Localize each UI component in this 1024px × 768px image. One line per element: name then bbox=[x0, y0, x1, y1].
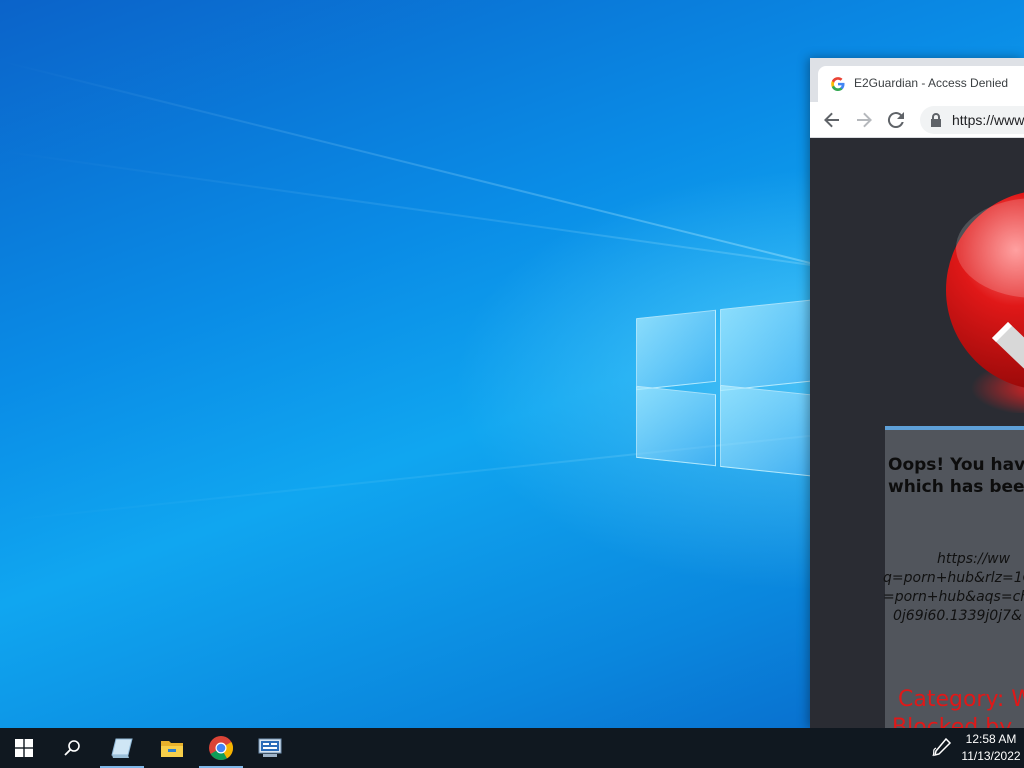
taskbar-file-explorer[interactable] bbox=[148, 728, 196, 768]
chrome-icon bbox=[209, 736, 234, 761]
system-clock[interactable]: 12:58 AM 11/13/2022 bbox=[958, 731, 1024, 765]
reload-icon[interactable] bbox=[884, 108, 908, 132]
taskbar: 12:58 AM 11/13/2022 bbox=[0, 728, 1024, 768]
lock-icon[interactable] bbox=[930, 113, 942, 127]
tab-title: E2Guardian - Access Denied bbox=[854, 76, 1009, 90]
google-icon bbox=[831, 77, 845, 91]
browser-tab[interactable]: E2Guardian - Access Denied bbox=[818, 66, 1024, 102]
tab-strip: E2Guardian - Access Denied bbox=[810, 58, 1024, 102]
blocked-url-line: =porn+hub&aqs=chr bbox=[883, 589, 1024, 605]
category-label: Category: W Blocked by bbox=[892, 686, 1024, 728]
windows-logo bbox=[636, 292, 818, 482]
blocked-x-icon bbox=[946, 192, 1024, 413]
forward-arrow-icon[interactable] bbox=[852, 108, 876, 132]
search-icon bbox=[64, 740, 80, 756]
windows-start-icon bbox=[15, 739, 33, 757]
browser-window[interactable]: E2Guardian - Access Denied https://www O… bbox=[810, 58, 1024, 728]
blocked-page: Oops! You have which has been https://ww… bbox=[810, 138, 1024, 728]
taskbar-network[interactable] bbox=[246, 728, 294, 768]
address-bar[interactable]: https://www bbox=[920, 106, 1024, 134]
clock-time: 12:58 AM bbox=[965, 732, 1017, 746]
browser-toolbar: https://www bbox=[810, 102, 1024, 138]
block-message-line: Oops! You have bbox=[888, 455, 1024, 475]
blocked-url-line: 0j69i60.1339j0j7& bbox=[893, 608, 1022, 624]
taskbar-app[interactable] bbox=[98, 728, 146, 768]
network-icon bbox=[258, 738, 282, 757]
blank-icon bbox=[111, 738, 133, 758]
search-button[interactable] bbox=[48, 728, 96, 768]
blocked-url: https://ww q=porn+hub&rlz=1C =porn+hub&a… bbox=[883, 550, 1024, 626]
blocked-url-line: q=porn+hub&rlz=1C bbox=[883, 570, 1024, 586]
clock-date: 11/13/2022 bbox=[961, 749, 1021, 763]
pen-workspace-icon[interactable] bbox=[930, 738, 952, 758]
block-message: Oops! You have which has been bbox=[888, 454, 1024, 498]
block-message-line: which has been bbox=[888, 477, 1024, 497]
url-text[interactable]: https://www bbox=[952, 112, 1024, 128]
blocked-url-line: https://ww bbox=[937, 551, 1011, 567]
file-explorer-icon bbox=[161, 741, 183, 757]
taskbar-chrome[interactable] bbox=[197, 728, 245, 768]
back-arrow-icon[interactable] bbox=[820, 108, 844, 132]
category-line: Category: W bbox=[898, 687, 1024, 712]
message-box: Oops! You have which has been https://ww… bbox=[883, 426, 1024, 728]
blocked-by-line: Blocked by bbox=[892, 715, 1013, 728]
start-button[interactable] bbox=[0, 728, 48, 768]
